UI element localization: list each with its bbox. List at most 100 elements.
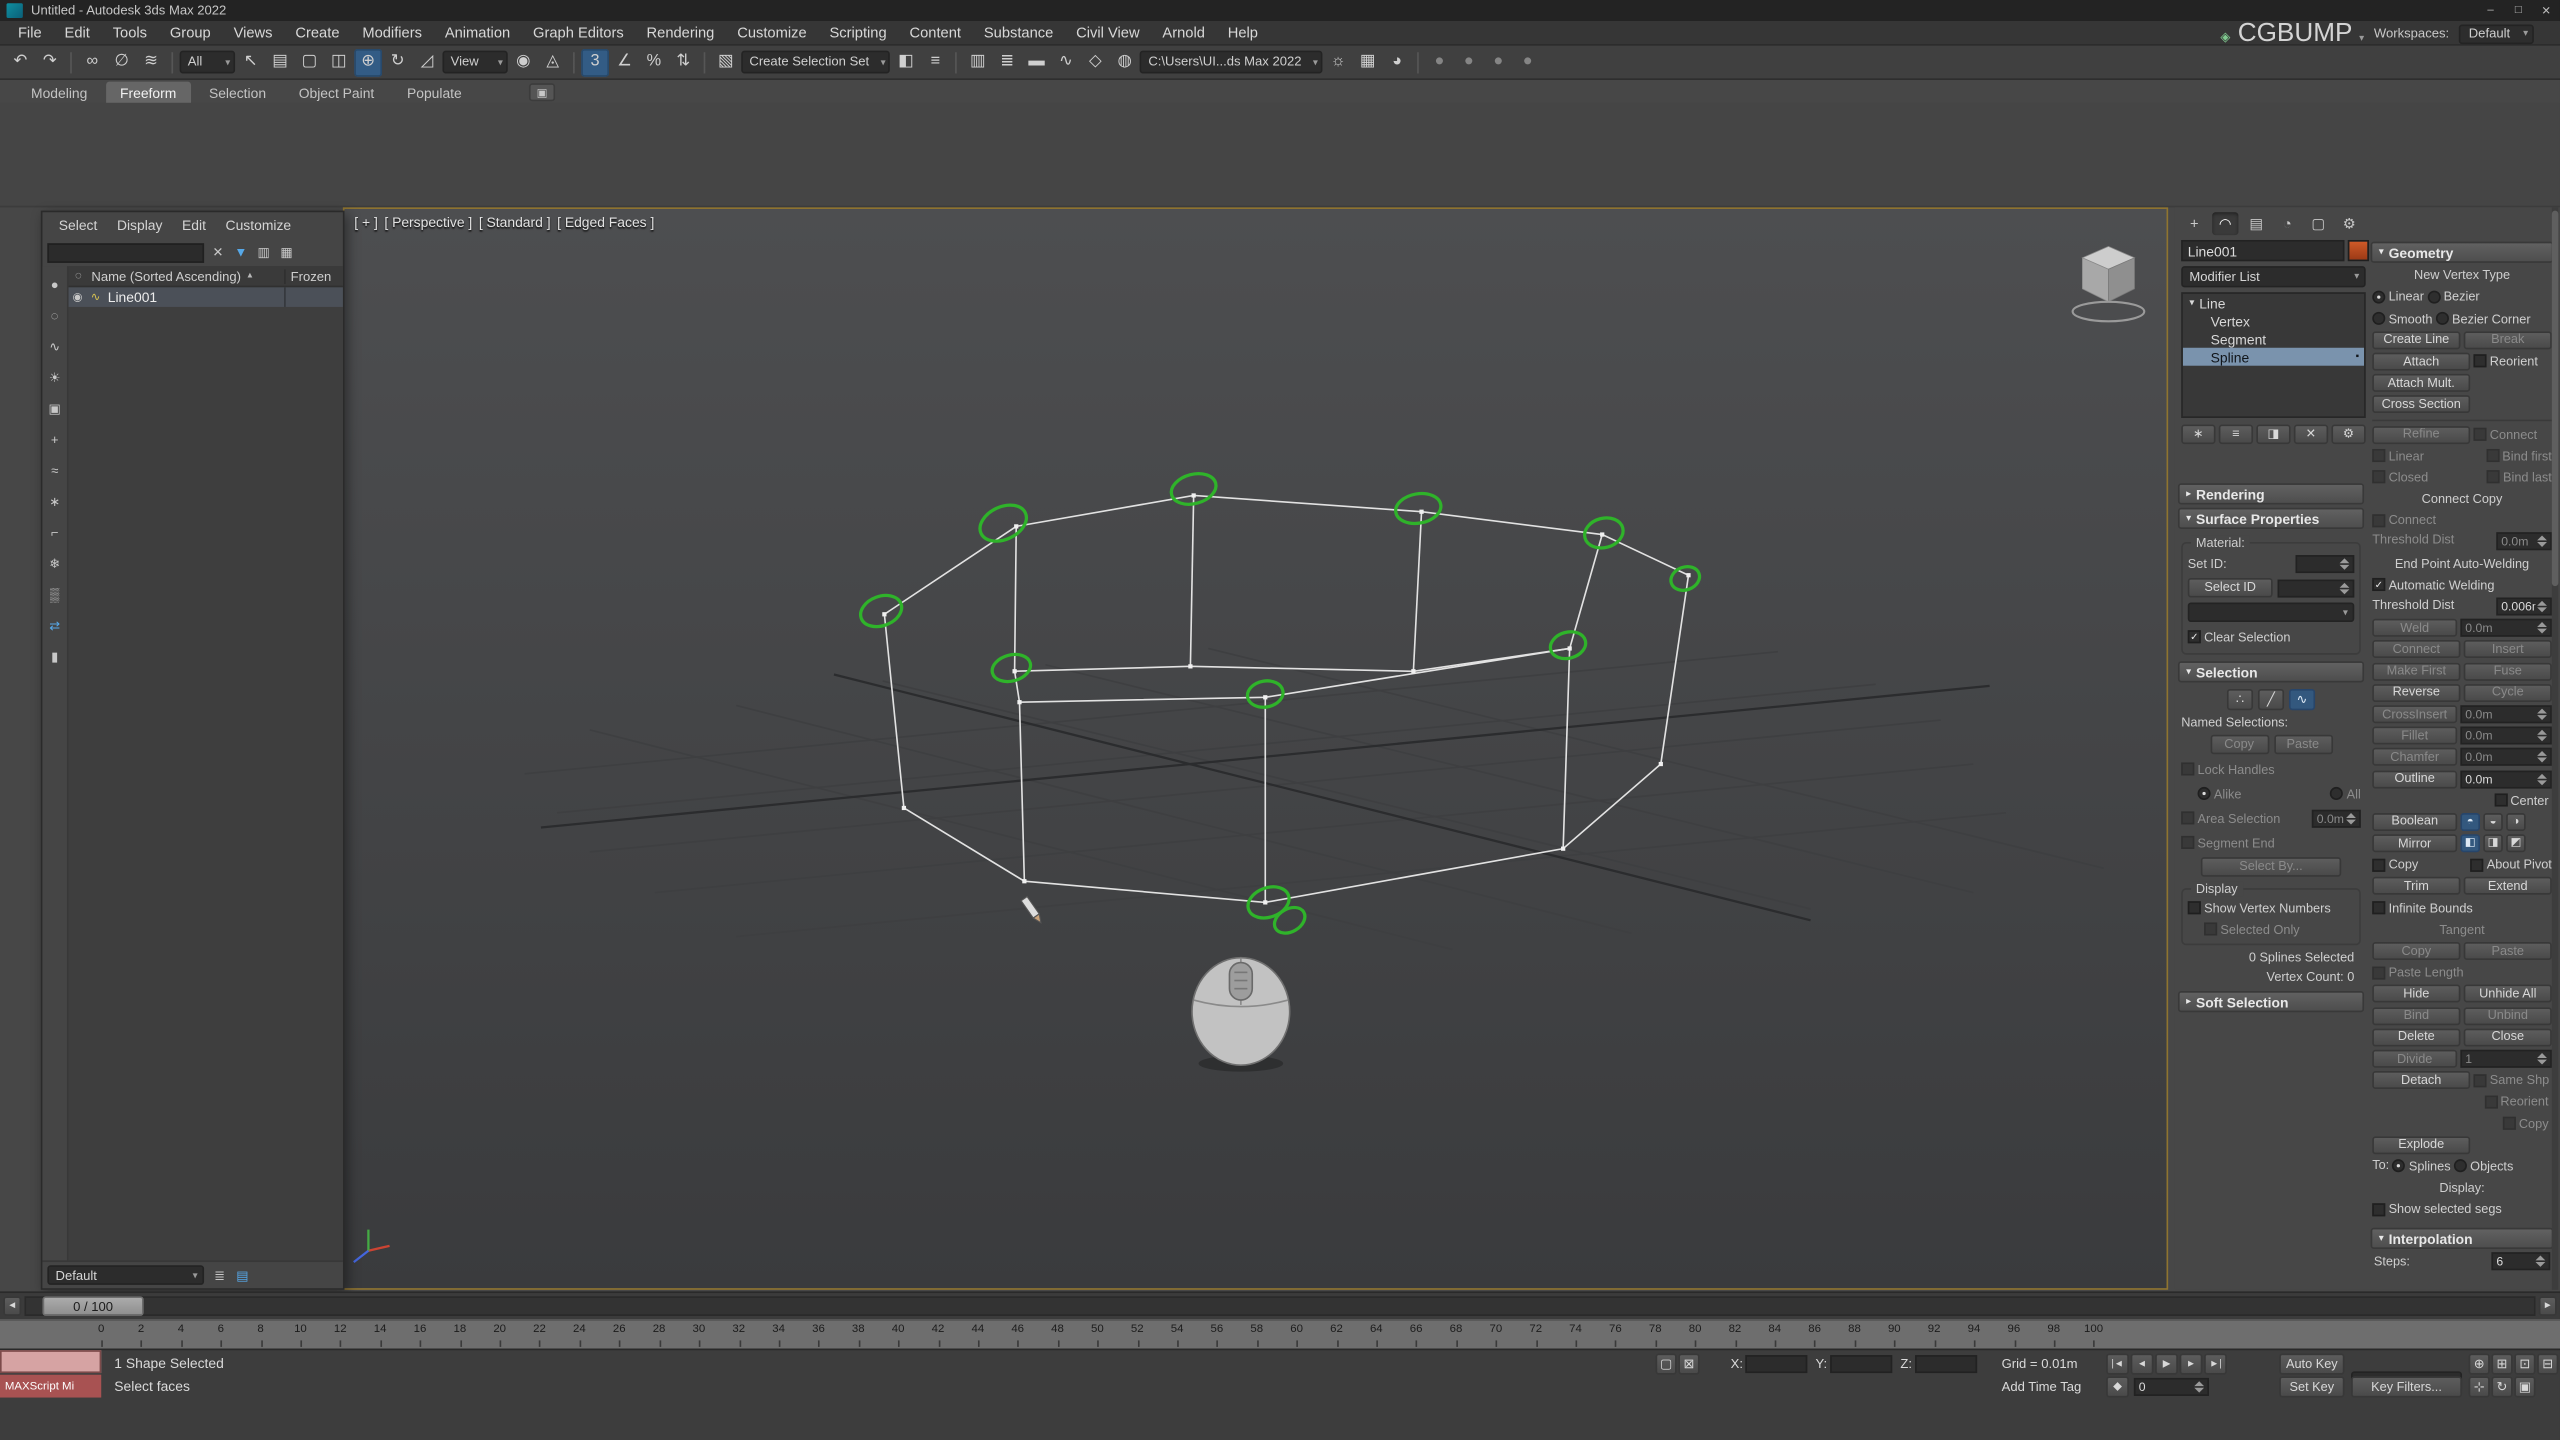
display-cameras-icon[interactable]: ▣	[44, 393, 65, 424]
weld-button[interactable]: Weld	[2372, 619, 2457, 637]
select-id-field[interactable]	[2278, 579, 2355, 597]
rendering-rollout-header[interactable]: ▸ Rendering	[2178, 483, 2364, 504]
tab-create[interactable]: +	[2181, 212, 2207, 235]
menu-content[interactable]: Content	[898, 24, 972, 40]
go-to-end-icon[interactable]: ►|	[2204, 1353, 2227, 1374]
center-checkbox[interactable]: Center	[2494, 793, 2549, 808]
bind-last-checkbox[interactable]: Bind last	[2487, 468, 2552, 486]
isolate-selection-toggle-icon[interactable]: ▢	[1656, 1353, 1677, 1374]
linear-checkbox[interactable]: Linear	[2372, 447, 2482, 465]
tab-motion[interactable]: ◔	[2274, 212, 2300, 235]
display-frozen-icon[interactable]: ❄	[44, 549, 65, 580]
edit-named-selection-sets-icon[interactable]: ▧	[712, 48, 740, 76]
paste-length-checkbox[interactable]: Paste Length	[2372, 964, 2463, 982]
menu-rendering[interactable]: Rendering	[635, 24, 726, 40]
render-flyout-icon[interactable]: ●	[1426, 48, 1454, 76]
unlink-selection-icon[interactable]: ∅	[108, 48, 136, 76]
explorer-menu-select[interactable]: Select	[49, 217, 107, 233]
ribbon-config-icon[interactable]: ▣	[529, 83, 555, 101]
spinner-icon[interactable]	[2537, 1051, 2548, 1066]
snaps-toggle-icon[interactable]: 3	[581, 48, 609, 76]
new-scene-explorer-icon[interactable]: ▤	[232, 1264, 253, 1285]
render-setup-icon[interactable]: ☼	[1324, 48, 1352, 76]
configure-modifier-sets-icon[interactable]: ⚙	[2331, 424, 2365, 444]
menu-group[interactable]: Group	[158, 24, 222, 40]
select-by-name-icon[interactable]: ▤	[266, 48, 294, 76]
menu-file[interactable]: File	[7, 24, 54, 40]
explorer-menu-edit[interactable]: Edit	[172, 217, 216, 233]
layer-list-icon[interactable]: ≣	[209, 1264, 230, 1285]
scrollbar-thumb[interactable]	[2552, 211, 2559, 587]
menu-tools[interactable]: Tools	[101, 24, 158, 40]
spinner-icon[interactable]	[2537, 621, 2548, 636]
display-objects-icon[interactable]: ●	[44, 269, 65, 300]
automatic-welding-checkbox[interactable]: ✓Automatic Welding	[2372, 576, 2494, 594]
menu-animation[interactable]: Animation	[433, 24, 521, 40]
delete-button[interactable]: Delete	[2372, 1028, 2460, 1046]
current-frame-field[interactable]: 0	[2134, 1378, 2209, 1396]
material-id-name-combo[interactable]	[2188, 602, 2355, 622]
y-coord-field[interactable]	[1830, 1355, 1892, 1373]
remove-modifier-icon[interactable]: ✕	[2294, 424, 2328, 444]
select-and-rotate-icon[interactable]: ↻	[384, 48, 412, 76]
use-center-flyout-icon[interactable]: ◉	[509, 48, 537, 76]
display-lights-icon[interactable]: ☀	[44, 362, 65, 393]
render-flyout-icon[interactable]: ●	[1455, 48, 1483, 76]
weld-value-field[interactable]: 0.0m	[2460, 619, 2551, 637]
select-by-button[interactable]: Select By...	[2201, 857, 2341, 877]
align-icon[interactable]: ≡	[921, 48, 949, 76]
explode-button[interactable]: Explode	[2372, 1136, 2470, 1154]
play-animation-icon[interactable]: ▶	[2155, 1353, 2178, 1374]
selection-rollout-header[interactable]: ▾ Selection	[2178, 661, 2364, 682]
bezier-corner-radio[interactable]: Bezier Corner	[2436, 309, 2531, 327]
expand-icon[interactable]: ▾	[2189, 297, 2194, 308]
spinner-icon[interactable]	[2194, 1380, 2205, 1395]
selection-filter-combo[interactable]: All	[180, 51, 236, 74]
interpolation-rollout-header[interactable]: ▾ Interpolation	[2371, 1228, 2554, 1249]
spinner-icon[interactable]	[2537, 771, 2548, 786]
segment-icon[interactable]: ╱	[2258, 689, 2284, 710]
boolean-button[interactable]: Boolean	[2372, 813, 2457, 831]
z-coord-field[interactable]	[1915, 1355, 1977, 1373]
lock-handles-checkbox[interactable]: Lock Handles	[2181, 762, 2274, 777]
rendered-frame-window-icon[interactable]: ▦	[1354, 48, 1382, 76]
geometry-rollout-header[interactable]: ▾ Geometry	[2371, 242, 2554, 263]
pin-stack-icon[interactable]: ∗	[2181, 424, 2215, 444]
select-id-button[interactable]: Select ID	[2188, 578, 2273, 598]
display-particles-icon[interactable]: ∗	[44, 487, 65, 518]
copy-button[interactable]: Copy	[2372, 942, 2460, 960]
maximize-button[interactable]: □	[2504, 0, 2532, 21]
tab-display[interactable]: ▢	[2305, 212, 2331, 235]
spinner-icon[interactable]	[2340, 556, 2351, 571]
zoom-region-icon[interactable]: ⊟	[2537, 1353, 2558, 1374]
display-filter-icon[interactable]: ▼	[230, 242, 251, 263]
boolean-union-icon[interactable]: ◓	[2460, 813, 2480, 831]
viewport-general-menu[interactable]: [ + ]	[354, 214, 378, 230]
make-first-button[interactable]: Make First	[2372, 662, 2460, 680]
select-and-link-icon[interactable]: ∞	[78, 48, 106, 76]
divide-value-field[interactable]: 1	[2460, 1050, 2551, 1068]
set-key-button[interactable]: Set Key	[2279, 1376, 2344, 1397]
zoom-icon[interactable]: ⊕	[2469, 1353, 2490, 1374]
zoom-extents-icon[interactable]: ⊡	[2514, 1353, 2535, 1374]
closed-checkbox[interactable]: Closed	[2372, 468, 2483, 486]
refine-button[interactable]: Refine	[2372, 425, 2470, 443]
trim-button[interactable]: Trim	[2372, 877, 2460, 895]
threshold-dist-field[interactable]: 0.006m	[2496, 598, 2552, 616]
rectangular-selection-region-icon[interactable]: ▢	[296, 48, 324, 76]
command-panel-scrollbar[interactable]	[2552, 207, 2559, 1289]
unbind-button[interactable]: Unbind	[2464, 1007, 2552, 1025]
show-vertex-numbers-checkbox[interactable]: Show Vertex Numbers	[2188, 900, 2331, 915]
menu-create[interactable]: Create	[284, 24, 351, 40]
insert-button[interactable]: Insert	[2464, 641, 2552, 659]
state-column-icon[interactable]: ◌	[69, 270, 89, 281]
tab-hierarchy[interactable]: ▤	[2243, 212, 2269, 235]
about-pivot-checkbox[interactable]: About Pivot	[2470, 856, 2551, 874]
perspective-viewport[interactable]: [ + ] [ Perspective ] [ Standard ] [ Edg…	[343, 207, 2168, 1289]
chamfer-value-field[interactable]: 0.0m	[2460, 748, 2551, 766]
viewport-pov-menu[interactable]: [ Perspective ]	[384, 214, 472, 230]
ribbon-tab-selection[interactable]: Selection	[194, 82, 280, 103]
maximize-viewport-toggle-icon[interactable]: ▣	[2514, 1376, 2535, 1397]
scene-object-line001[interactable]: ◉ ∿ Line001	[69, 287, 343, 307]
threshold-dist-field[interactable]: 0.0m	[2496, 533, 2552, 551]
